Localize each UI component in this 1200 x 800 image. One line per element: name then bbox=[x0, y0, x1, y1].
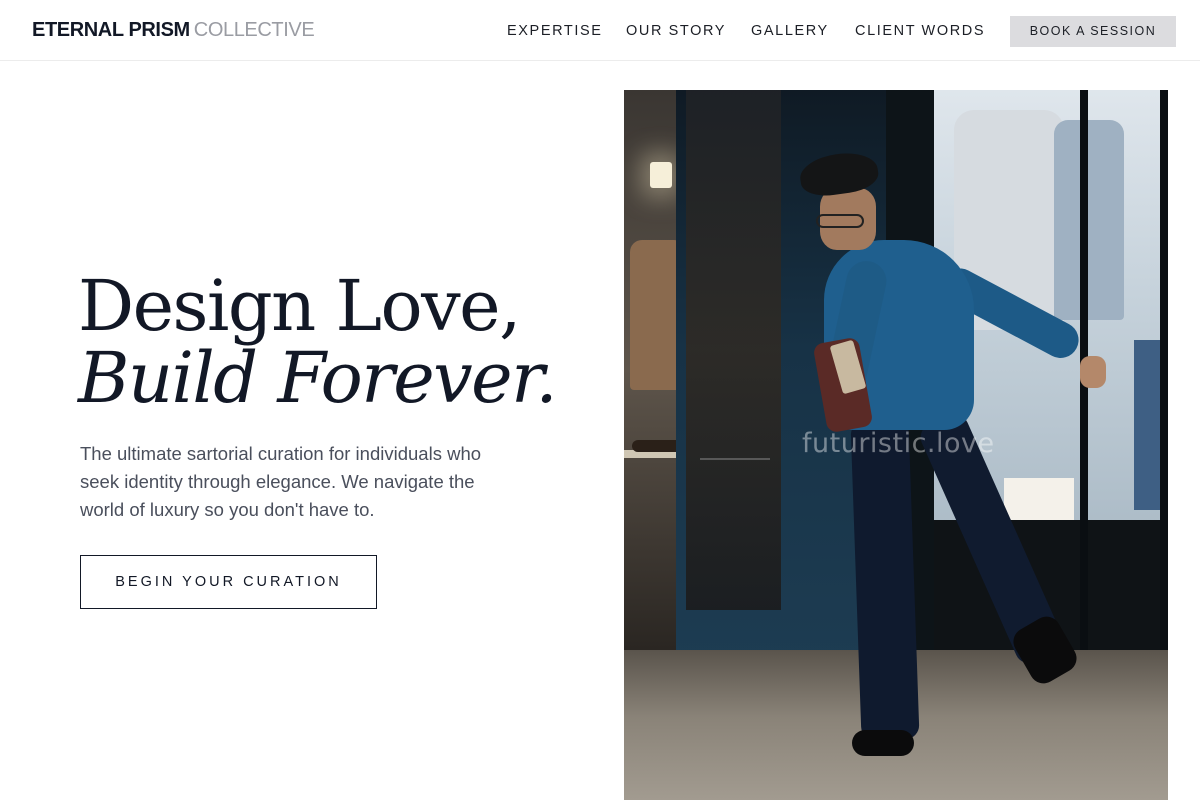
book-session-button[interactable]: BOOK A SESSION bbox=[1010, 16, 1176, 47]
headline-line-2: Build Forever. bbox=[78, 337, 558, 419]
begin-curation-button[interactable]: BEGIN YOUR CURATION bbox=[80, 555, 377, 609]
headline-line-1: Design Love, bbox=[78, 265, 521, 347]
brand-logo[interactable]: ETERNAL PRISM COLLECTIVE bbox=[32, 19, 315, 41]
store-sign bbox=[700, 432, 770, 460]
man-leg-left bbox=[850, 419, 920, 741]
hero-photo: futuristic.love bbox=[624, 90, 1168, 800]
nav-link-gallery[interactable]: GALLERY bbox=[751, 22, 829, 40]
hero-subtext: The ultimate sartorial curation for indi… bbox=[80, 443, 482, 520]
nav-link-expertise[interactable]: EXPERTISE bbox=[507, 22, 603, 40]
site-header: ETERNAL PRISM COLLECTIVE EXPERTISE OUR ST… bbox=[0, 0, 1200, 61]
nav-link-client-words[interactable]: CLIENT WORDS bbox=[855, 22, 985, 40]
brand-suffix: COLLECTIVE bbox=[193, 19, 315, 41]
man-shoe-left bbox=[852, 730, 914, 756]
storefront-poster bbox=[686, 90, 781, 610]
hero-headline: Design Love, Build Forever. bbox=[78, 270, 598, 414]
ceiling-light bbox=[650, 162, 672, 188]
brand-name: ETERNAL PRISM bbox=[32, 19, 190, 41]
nav-link-our-story[interactable]: OUR STORY bbox=[626, 22, 726, 40]
mannequin-suit-2 bbox=[1054, 120, 1124, 320]
man-hand bbox=[1080, 356, 1106, 388]
window-mullion-2 bbox=[1160, 90, 1168, 650]
man-glasses bbox=[816, 214, 864, 228]
image-watermark: futuristic.love bbox=[802, 428, 995, 459]
